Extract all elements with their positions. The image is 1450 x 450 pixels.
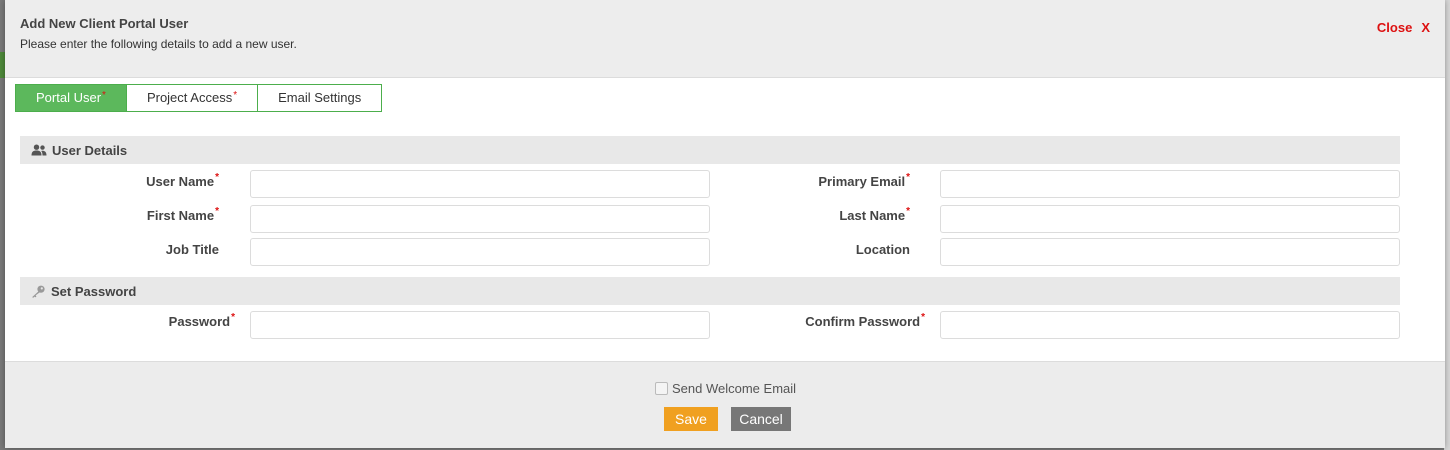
label-text: Job Title xyxy=(165,242,219,257)
save-button[interactable]: Save xyxy=(664,407,718,431)
send-welcome-email-label: Send Welcome Email xyxy=(672,381,797,396)
label-text: First Name xyxy=(146,208,215,223)
required-marker: * xyxy=(102,90,106,101)
last-name-label: Last Name* xyxy=(839,206,910,223)
last-name-input[interactable] xyxy=(940,205,1400,233)
location-label: Location xyxy=(856,242,910,257)
tab-project-access[interactable]: Project Access* xyxy=(126,84,259,112)
required-marker: * xyxy=(215,172,219,183)
password-input[interactable] xyxy=(250,311,710,339)
tab-portal-user[interactable]: Portal User* xyxy=(15,84,127,112)
tab-label: Project Access xyxy=(146,90,233,105)
job-title-input[interactable] xyxy=(250,238,710,266)
user-name-input[interactable] xyxy=(250,170,710,198)
modal-title: Add New Client Portal User xyxy=(20,16,189,31)
modal-header: Add New Client Portal User Please enter … xyxy=(5,0,1445,78)
primary-email-label: Primary Email* xyxy=(818,172,910,189)
confirm-password-label: Confirm Password* xyxy=(805,312,925,329)
close-icon: X xyxy=(1421,20,1430,35)
primary-email-input[interactable] xyxy=(940,170,1400,198)
key-icon xyxy=(32,285,45,298)
section-user-details: User Details xyxy=(20,136,1400,164)
confirm-password-input[interactable] xyxy=(940,311,1400,339)
required-marker: * xyxy=(921,312,925,323)
modal-footer: Send Welcome Email Save Cancel xyxy=(5,361,1445,448)
tab-bar: Portal User* Project Access* Email Setti… xyxy=(15,84,383,112)
required-marker: * xyxy=(231,312,235,323)
label-text: Last Name xyxy=(839,208,906,223)
user-name-label: User Name* xyxy=(146,172,219,189)
section-title: User Details xyxy=(52,142,128,158)
cancel-button[interactable]: Cancel xyxy=(731,407,791,431)
users-icon xyxy=(31,144,47,156)
required-marker: * xyxy=(215,206,219,217)
label-text: User Name xyxy=(146,174,215,189)
section-title: Set Password xyxy=(51,283,137,299)
tab-label: Portal User xyxy=(36,90,102,105)
send-welcome-email-checkbox[interactable] xyxy=(655,382,668,395)
first-name-label: First Name* xyxy=(146,206,219,223)
tab-email-settings[interactable]: Email Settings xyxy=(258,84,383,112)
label-text: Primary Email xyxy=(818,174,906,189)
label-text: Location xyxy=(855,242,910,257)
section-set-password: Set Password xyxy=(20,277,1400,305)
required-marker: * xyxy=(233,90,238,101)
add-portal-user-modal: Add New Client Portal User Please enter … xyxy=(5,0,1445,448)
modal-subtitle: Please enter the following details to ad… xyxy=(20,37,297,51)
close-button[interactable]: Close X xyxy=(1377,20,1430,35)
close-label: Close xyxy=(1376,20,1413,35)
job-title-label: Job Title xyxy=(166,242,219,257)
required-marker: * xyxy=(906,172,910,183)
location-input[interactable] xyxy=(940,238,1400,266)
password-label: Password* xyxy=(168,312,235,329)
label-text: Password xyxy=(168,314,231,329)
required-marker: * xyxy=(906,206,910,217)
send-welcome-email-option[interactable]: Send Welcome Email xyxy=(655,381,796,396)
first-name-input[interactable] xyxy=(250,205,710,233)
label-text: Confirm Password xyxy=(805,314,921,329)
tab-label: Email Settings xyxy=(278,90,362,105)
